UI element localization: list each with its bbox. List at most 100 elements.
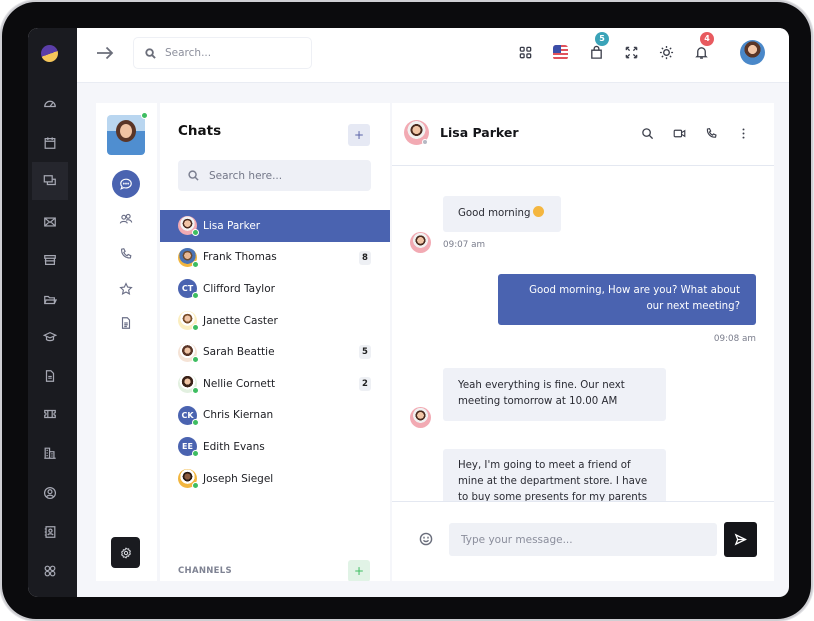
chat-item-nellie-cornett[interactable]: Nellie Cornett 2 bbox=[160, 368, 390, 400]
top-bar: 5 4 bbox=[77, 28, 789, 83]
contacts-tab[interactable] bbox=[112, 205, 140, 233]
more-options-button[interactable] bbox=[735, 125, 751, 141]
emoji-picker-button[interactable] bbox=[419, 531, 433, 546]
dashboard-icon bbox=[44, 100, 56, 108]
app-screen: 5 4 bbox=[28, 28, 789, 597]
message-input[interactable] bbox=[449, 523, 717, 556]
nav-documents[interactable] bbox=[32, 357, 68, 395]
sun-icon bbox=[659, 45, 673, 59]
message-composer bbox=[392, 501, 774, 581]
global-search[interactable] bbox=[133, 37, 312, 69]
chat-item-clifford-taylor[interactable]: CT Clifford Taylor bbox=[160, 273, 390, 305]
chat-item-edith-evans[interactable]: EE Edith Evans bbox=[160, 431, 390, 463]
toggle-sidebar-button[interactable] bbox=[95, 43, 117, 65]
video-camera-icon bbox=[673, 129, 685, 137]
theme-toggle-button[interactable] bbox=[656, 42, 676, 62]
smiling-face-emoji-icon bbox=[533, 206, 545, 217]
avatar bbox=[178, 216, 199, 237]
nav-education[interactable] bbox=[32, 318, 68, 356]
message-outgoing: Good morning, How are you? What about ou… bbox=[498, 274, 756, 325]
chat-search[interactable] bbox=[178, 160, 371, 191]
chat-list: Lisa Parker Frank Thomas 8 CT Clifford T… bbox=[160, 210, 390, 494]
new-channel-button[interactable]: + bbox=[348, 560, 370, 581]
nav-companies[interactable] bbox=[32, 434, 68, 472]
building-icon bbox=[44, 447, 56, 459]
calls-tab[interactable] bbox=[112, 240, 140, 268]
chat-name: Lisa Parker bbox=[203, 219, 261, 232]
arrow-right-icon bbox=[97, 46, 114, 60]
language-selector[interactable] bbox=[550, 42, 570, 62]
nav-dashboard[interactable] bbox=[32, 84, 68, 122]
ticket-icon bbox=[44, 409, 56, 419]
gear-icon bbox=[120, 546, 131, 559]
chat-item-sarah-beattie[interactable]: Sarah Beattie 5 bbox=[160, 336, 390, 368]
send-icon bbox=[734, 533, 747, 546]
search-icon bbox=[145, 47, 156, 59]
new-chat-button[interactable]: + bbox=[348, 124, 370, 146]
us-flag-icon bbox=[552, 44, 568, 60]
search-messages-button[interactable] bbox=[639, 125, 655, 141]
nav-folder[interactable] bbox=[32, 281, 68, 319]
avatar bbox=[178, 469, 199, 490]
file-icon bbox=[121, 317, 131, 329]
profile-photo[interactable] bbox=[107, 115, 145, 155]
chats-tab[interactable] bbox=[112, 170, 140, 198]
status-dot bbox=[422, 139, 428, 145]
more-vertical-icon bbox=[742, 127, 744, 139]
video-call-button[interactable] bbox=[671, 125, 687, 141]
nav-contacts[interactable] bbox=[32, 513, 68, 551]
avatar: CK bbox=[178, 405, 199, 426]
user-avatar[interactable] bbox=[740, 40, 765, 65]
chat-item-janette-caster[interactable]: Janette Caster bbox=[160, 305, 390, 337]
chat-item-chris-kiernan[interactable]: CK Chris Kiernan bbox=[160, 400, 390, 432]
search-icon bbox=[188, 170, 199, 181]
notifications-button[interactable]: 4 bbox=[691, 32, 714, 62]
chat-name: Nellie Cornett bbox=[203, 377, 276, 390]
contact-name[interactable]: Lisa Parker bbox=[440, 125, 519, 140]
nav-profile[interactable] bbox=[32, 474, 68, 512]
notifications-badge: 4 bbox=[700, 32, 714, 46]
global-search-input[interactable] bbox=[165, 47, 305, 59]
avatar: CT bbox=[178, 279, 199, 300]
fullscreen-button[interactable] bbox=[621, 42, 641, 62]
chat-name: Edith Evans bbox=[203, 440, 265, 453]
avatar bbox=[178, 311, 199, 332]
phone-icon bbox=[706, 127, 717, 138]
unread-count: 8 bbox=[359, 250, 371, 265]
send-button[interactable] bbox=[724, 522, 757, 557]
apps-icon bbox=[44, 565, 56, 577]
message-thread: Good morning 09:07 am Good morning, How … bbox=[392, 167, 774, 501]
nav-chat[interactable] bbox=[32, 162, 68, 200]
favourites-tab[interactable] bbox=[112, 275, 140, 303]
documents-tab[interactable] bbox=[112, 309, 140, 337]
store-icon bbox=[44, 255, 56, 265]
chats-title: Chats bbox=[178, 123, 222, 139]
settings-button[interactable] bbox=[111, 537, 140, 568]
unread-count: 5 bbox=[359, 345, 371, 360]
nav-mail[interactable] bbox=[32, 203, 68, 241]
nav-tickets[interactable] bbox=[32, 395, 68, 433]
cart-button[interactable]: 5 bbox=[586, 32, 609, 62]
user-circle-icon bbox=[43, 486, 57, 500]
chat-name: Clifford Taylor bbox=[203, 282, 275, 295]
chat-item-lisa-parker[interactable]: Lisa Parker bbox=[160, 210, 390, 242]
nav-store[interactable] bbox=[32, 241, 68, 279]
unread-count: 2 bbox=[359, 376, 371, 391]
voice-call-button[interactable] bbox=[703, 125, 719, 141]
chat-list-panel: Chats + Lisa Parker Frank Thomas 8 CT bbox=[160, 103, 390, 581]
avatar bbox=[178, 374, 199, 395]
chat-item-frank-thomas[interactable]: Frank Thomas 8 bbox=[160, 242, 390, 274]
app-logo[interactable] bbox=[41, 45, 58, 62]
message-time: 09:08 am bbox=[713, 334, 756, 344]
main-navigation bbox=[28, 28, 77, 597]
expand-icon bbox=[625, 46, 637, 58]
contacts-book-icon bbox=[44, 526, 56, 538]
apps-grid-button[interactable] bbox=[515, 42, 535, 62]
chat-item-joseph-siegel[interactable]: Joseph Siegel bbox=[160, 463, 390, 495]
nav-apps[interactable] bbox=[32, 552, 68, 590]
chat-search-input[interactable] bbox=[209, 169, 359, 182]
users-icon bbox=[119, 213, 133, 224]
chat-bubble-icon bbox=[120, 178, 132, 190]
nav-calendar[interactable] bbox=[32, 124, 68, 162]
chat-name: Janette Caster bbox=[203, 314, 278, 327]
